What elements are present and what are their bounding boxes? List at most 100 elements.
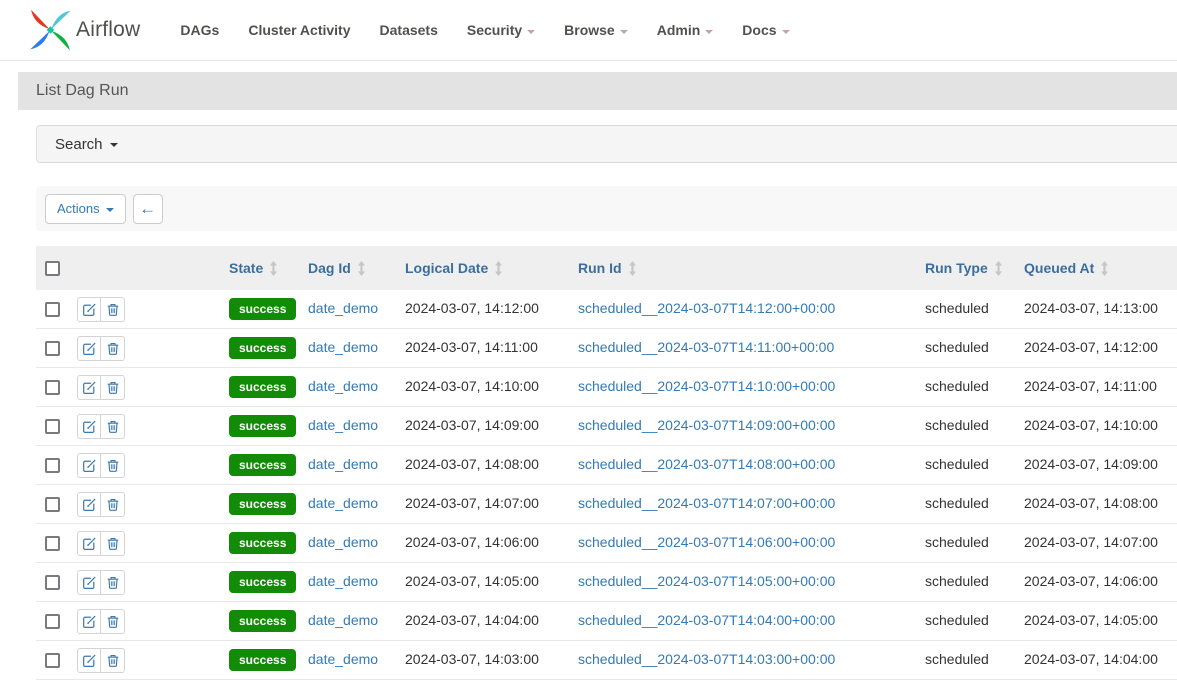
delete-button[interactable]	[101, 648, 125, 673]
logical-date-value: 2024-03-07, 14:10:00	[405, 378, 539, 394]
status-badge: success	[229, 337, 296, 359]
nav-item-cluster-activity[interactable]: Cluster Activity	[248, 22, 350, 38]
logical-date-cell: 2024-03-07, 14:12:00	[405, 300, 578, 318]
row-checkbox[interactable]	[45, 302, 60, 317]
edit-button[interactable]	[77, 531, 101, 556]
nav-item-datasets[interactable]: Datasets	[380, 22, 438, 38]
run-id-link[interactable]: scheduled__2024-03-07T14:06:00+00:00	[578, 534, 835, 550]
queued-at-cell: 2024-03-07, 14:07:00	[1024, 534, 1177, 552]
column-header-queued-at[interactable]: Queued At	[1024, 260, 1177, 276]
row-checkbox[interactable]	[45, 419, 60, 434]
row-checkbox[interactable]	[45, 614, 60, 629]
edit-button[interactable]	[77, 414, 101, 439]
run-type-cell: scheduled	[925, 339, 1024, 357]
edit-icon	[82, 497, 97, 512]
delete-button[interactable]	[101, 297, 125, 322]
airflow-brand[interactable]: Airflow	[28, 8, 140, 52]
row-checkbox[interactable]	[45, 497, 60, 512]
run-id-link[interactable]: scheduled__2024-03-07T14:09:00+00:00	[578, 417, 835, 433]
state-cell: success	[229, 376, 308, 398]
row-checkbox[interactable]	[45, 458, 60, 473]
table-row: success date_demo 2024-03-07, 14:04:00 s…	[36, 602, 1177, 641]
dag-id-link[interactable]: date_demo	[308, 417, 378, 433]
run-id-link[interactable]: scheduled__2024-03-07T14:12:00+00:00	[578, 300, 835, 316]
run-id-link[interactable]: scheduled__2024-03-07T14:08:00+00:00	[578, 456, 835, 472]
edit-button[interactable]	[77, 648, 101, 673]
status-badge: success	[229, 571, 296, 593]
delete-button[interactable]	[101, 531, 125, 556]
dag-id-link[interactable]: date_demo	[308, 339, 378, 355]
select-all-checkbox[interactable]	[45, 261, 60, 276]
run-id-link[interactable]: scheduled__2024-03-07T14:03:00+00:00	[578, 651, 835, 667]
edit-button[interactable]	[77, 336, 101, 361]
dag-id-link[interactable]: date_demo	[308, 573, 378, 589]
row-actions-cell	[72, 609, 229, 634]
dag-id-link[interactable]: date_demo	[308, 651, 378, 667]
run-type-cell: scheduled	[925, 456, 1024, 474]
status-badge: success	[229, 610, 296, 632]
dag-id-link[interactable]: date_demo	[308, 495, 378, 511]
edit-button[interactable]	[77, 453, 101, 478]
delete-button[interactable]	[101, 414, 125, 439]
nav-item-admin[interactable]: Admin	[657, 22, 714, 38]
dag-id-link[interactable]: date_demo	[308, 300, 378, 316]
row-checkbox[interactable]	[45, 536, 60, 551]
delete-button[interactable]	[101, 492, 125, 517]
column-label: Run Type	[925, 260, 988, 276]
column-header-logical-date[interactable]: Logical Date	[405, 260, 578, 276]
run-id-link[interactable]: scheduled__2024-03-07T14:05:00+00:00	[578, 573, 835, 589]
run-id-link[interactable]: scheduled__2024-03-07T14:04:00+00:00	[578, 612, 835, 628]
queued-at-value: 2024-03-07, 14:12:00	[1024, 339, 1158, 355]
run-type-cell: scheduled	[925, 651, 1024, 669]
edit-button[interactable]	[77, 492, 101, 517]
nav-item-docs[interactable]: Docs	[742, 22, 789, 38]
column-header-run-id[interactable]: Run Id	[578, 260, 925, 276]
delete-button[interactable]	[101, 375, 125, 400]
state-cell: success	[229, 454, 308, 476]
back-button[interactable]: ←	[133, 194, 163, 224]
queued-at-value: 2024-03-07, 14:05:00	[1024, 612, 1158, 628]
run-id-link[interactable]: scheduled__2024-03-07T14:10:00+00:00	[578, 378, 835, 394]
column-header-dag-id[interactable]: Dag Id	[308, 260, 405, 276]
edit-button[interactable]	[77, 375, 101, 400]
row-checkbox[interactable]	[45, 341, 60, 356]
column-header-state[interactable]: State	[229, 260, 308, 276]
logical-date-value: 2024-03-07, 14:07:00	[405, 495, 539, 511]
edit-button[interactable]	[77, 297, 101, 322]
delete-button[interactable]	[101, 570, 125, 595]
edit-button[interactable]	[77, 609, 101, 634]
dag-id-link[interactable]: date_demo	[308, 612, 378, 628]
dag-id-link[interactable]: date_demo	[308, 378, 378, 394]
nav-item-dags[interactable]: DAGs	[180, 22, 219, 38]
dag-id-cell: date_demo	[308, 651, 405, 669]
nav-item-browse[interactable]: Browse	[564, 22, 628, 38]
row-checkbox[interactable]	[45, 575, 60, 590]
nav-item-security[interactable]: Security	[467, 22, 535, 38]
run-id-cell: scheduled__2024-03-07T14:03:00+00:00	[578, 651, 925, 669]
state-cell: success	[229, 649, 308, 671]
status-badge: success	[229, 649, 296, 671]
logical-date-cell: 2024-03-07, 14:05:00	[405, 573, 578, 591]
status-badge: success	[229, 376, 296, 398]
run-id-cell: scheduled__2024-03-07T14:12:00+00:00	[578, 300, 925, 318]
run-id-link[interactable]: scheduled__2024-03-07T14:11:00+00:00	[578, 339, 834, 355]
row-checkbox[interactable]	[45, 653, 60, 668]
run-id-link[interactable]: scheduled__2024-03-07T14:07:00+00:00	[578, 495, 835, 511]
edit-button[interactable]	[77, 570, 101, 595]
search-toggle[interactable]: Search	[36, 125, 1177, 163]
queued-at-cell: 2024-03-07, 14:05:00	[1024, 612, 1177, 630]
state-cell: success	[229, 415, 308, 437]
delete-button[interactable]	[101, 453, 125, 478]
dag-id-link[interactable]: date_demo	[308, 534, 378, 550]
row-checkbox[interactable]	[45, 380, 60, 395]
column-header-run-type[interactable]: Run Type	[925, 260, 1024, 276]
delete-button[interactable]	[101, 336, 125, 361]
queued-at-value: 2024-03-07, 14:08:00	[1024, 495, 1158, 511]
delete-button[interactable]	[101, 609, 125, 634]
status-badge: success	[229, 415, 296, 437]
actions-button[interactable]: Actions	[45, 194, 126, 224]
dag-id-link[interactable]: date_demo	[308, 456, 378, 472]
logical-date-value: 2024-03-07, 14:11:00	[405, 339, 538, 355]
chevron-down-icon	[620, 30, 628, 34]
status-badge: success	[229, 493, 296, 515]
